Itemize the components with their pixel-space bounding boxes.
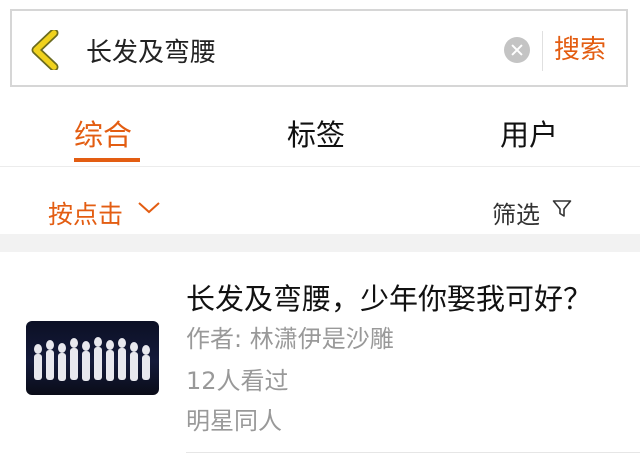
result-item[interactable]: 长发及弯腰，少年你娶我可好？ 作者: 林潇伊是沙雕 12人看过 明星同人 — [0, 252, 640, 466]
search-divider — [542, 31, 543, 71]
result-view-count: 12人看过 — [186, 367, 289, 395]
section-divider — [0, 234, 640, 252]
funnel-icon[interactable] — [552, 199, 572, 219]
search-button[interactable]: 搜索 — [554, 29, 606, 66]
search-bar: 搜索 — [10, 9, 628, 87]
tab-tags[interactable]: 标签 — [287, 112, 345, 154]
result-category: 明星同人 — [186, 407, 282, 435]
result-tabs: 综合 标签 用户 — [0, 100, 640, 167]
result-title[interactable]: 长发及弯腰，少年你娶我可好？ — [186, 276, 592, 318]
chevron-left-icon[interactable] — [28, 30, 62, 70]
tab-users[interactable]: 用户 — [500, 112, 558, 154]
filter-row: 按点击 筛选 — [0, 167, 640, 234]
result-divider — [186, 452, 640, 453]
result-author: 作者: 林潇伊是沙雕 — [186, 325, 394, 353]
active-tab-indicator — [74, 158, 140, 162]
filter-button[interactable]: 筛选 — [492, 195, 540, 230]
chevron-down-icon[interactable] — [137, 201, 161, 215]
tab-comprehensive[interactable]: 综合 — [74, 112, 132, 154]
search-input[interactable] — [84, 27, 508, 73]
book-cover-image — [26, 321, 159, 395]
sort-button[interactable]: 按点击 — [48, 195, 123, 231]
search-results-page: 搜索 综合 标签 用户 按点击 筛选 — [0, 0, 640, 466]
clear-icon[interactable] — [504, 37, 530, 63]
